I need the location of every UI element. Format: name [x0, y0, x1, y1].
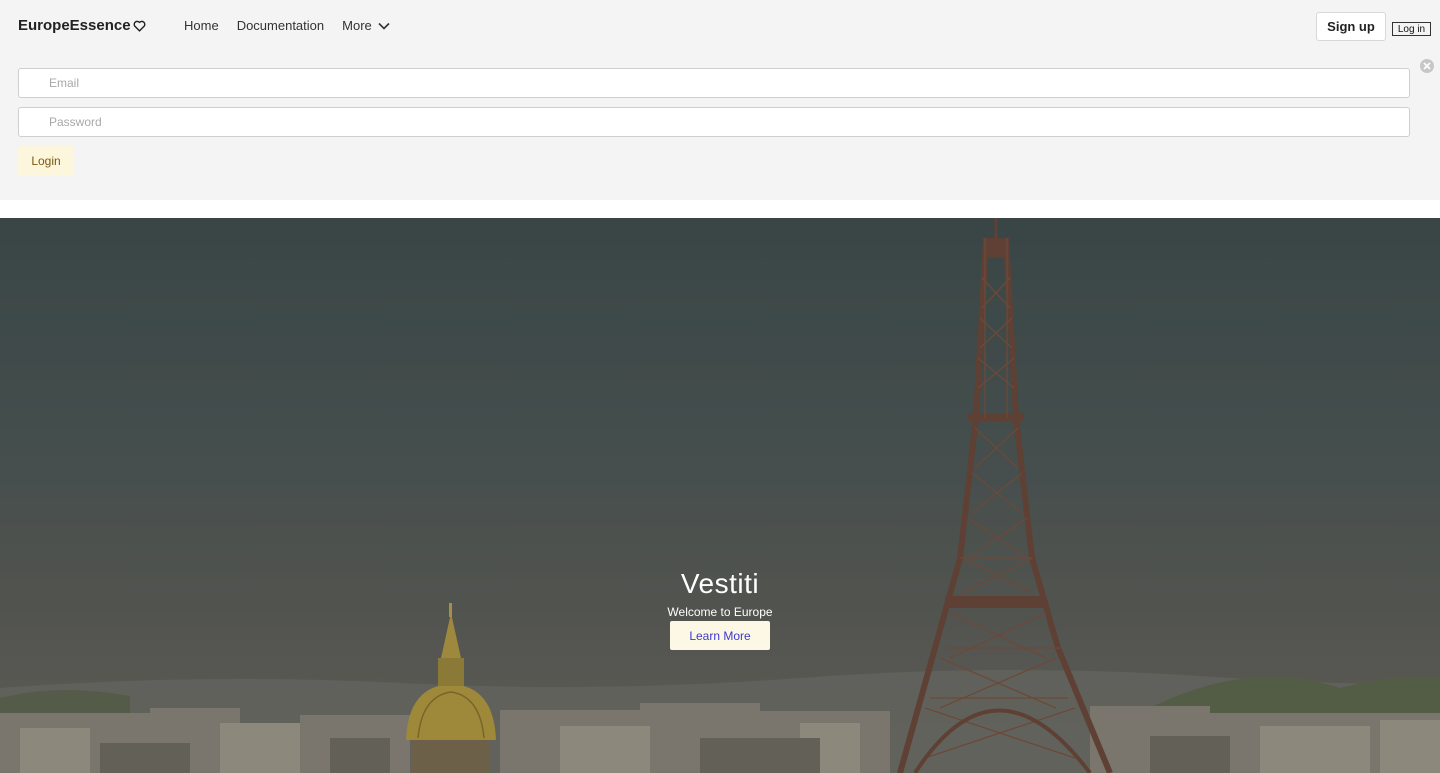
- chevron-down-icon: [378, 22, 390, 30]
- heart-icon: [133, 20, 145, 32]
- hero-content: Vestiti Welcome to Europe Learn More: [0, 568, 1440, 650]
- signup-button[interactable]: Sign up: [1316, 12, 1386, 41]
- nav-documentation[interactable]: Documentation: [237, 18, 324, 33]
- password-field[interactable]: [18, 107, 1410, 137]
- login-submit-button[interactable]: Login: [18, 146, 74, 176]
- top-panel: EuropeEssence Home Documentation More Si…: [0, 0, 1440, 200]
- login-toggle-button[interactable]: Log in: [1392, 22, 1431, 36]
- learn-more-button[interactable]: Learn More: [670, 621, 770, 650]
- nav-more-dropdown[interactable]: More: [342, 18, 390, 33]
- brand-logo[interactable]: EuropeEssence: [18, 17, 146, 34]
- hero-background-image: [0, 218, 1440, 773]
- close-x-glyph: [1423, 62, 1431, 70]
- hero-title: Vestiti: [680, 568, 760, 599]
- nav-more-label: More: [342, 18, 372, 33]
- close-icon[interactable]: [1420, 59, 1434, 73]
- email-field[interactable]: [18, 68, 1410, 98]
- brand-name: EuropeEssence: [18, 17, 131, 34]
- hero-subtitle: Welcome to Europe: [667, 605, 773, 619]
- nav-links: Home Documentation More: [184, 18, 390, 33]
- nav-home-label: Home: [184, 18, 219, 33]
- nav-documentation-label: Documentation: [236, 18, 325, 33]
- hero-section: Vestiti Welcome to Europe Learn More: [0, 218, 1440, 773]
- navbar: EuropeEssence Home Documentation More Si…: [0, 0, 1440, 52]
- nav-home[interactable]: Home: [184, 18, 219, 33]
